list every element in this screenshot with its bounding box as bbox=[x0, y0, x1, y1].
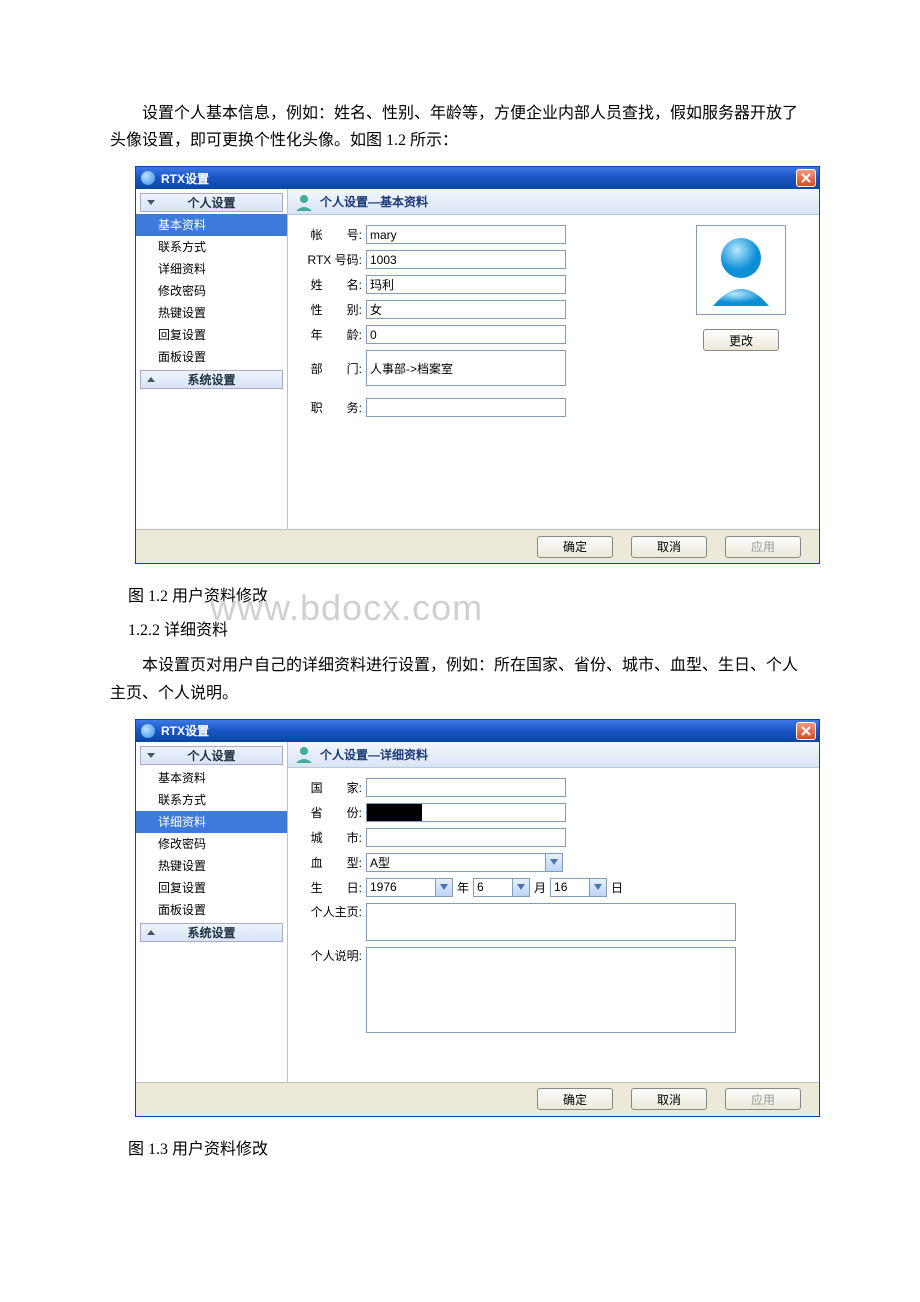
person-icon bbox=[294, 193, 314, 211]
app-icon bbox=[141, 724, 155, 738]
ok-button[interactable]: 确定 bbox=[537, 536, 613, 558]
close-icon[interactable] bbox=[796, 169, 816, 187]
unit-year: 年 bbox=[457, 879, 469, 896]
app-icon bbox=[141, 171, 155, 185]
description-field[interactable] bbox=[366, 947, 736, 1033]
titlebar[interactable]: RTX设置 bbox=[136, 720, 819, 742]
apply-button[interactable]: 应用 bbox=[725, 1088, 801, 1110]
label-desc: 个人说明: bbox=[300, 947, 366, 964]
country-field[interactable] bbox=[366, 778, 566, 797]
figure-caption-1: 图 1.2 用户资料修改 bbox=[128, 582, 810, 606]
birth-day-select[interactable] bbox=[550, 878, 590, 897]
sidebar-hdr-system[interactable]: 系统设置 bbox=[140, 923, 283, 942]
sidebar-hdr-personal[interactable]: 个人设置 bbox=[140, 193, 283, 212]
label-home: 个人主页: bbox=[300, 903, 366, 920]
unit-month: 月 bbox=[534, 879, 546, 896]
rtx-field[interactable] bbox=[366, 250, 566, 269]
account-field[interactable] bbox=[366, 225, 566, 244]
titlebar-text: RTX设置 bbox=[161, 170, 209, 187]
sidebar-item-password[interactable]: 修改密码 bbox=[136, 280, 287, 302]
blood-select[interactable] bbox=[366, 853, 546, 872]
label-rtx: RTX 号码: bbox=[300, 251, 366, 268]
dropdown-icon[interactable] bbox=[589, 878, 607, 897]
sidebar: 个人设置 基本资料 联系方式 详细资料 修改密码 热键设置 回复设置 面板设置 … bbox=[136, 189, 288, 529]
label-birth: 生 日: bbox=[300, 879, 366, 896]
label-account: 帐 号: bbox=[300, 226, 366, 243]
chevron-up-icon bbox=[147, 377, 155, 382]
chevron-down-icon bbox=[147, 753, 155, 758]
sidebar-item-detail[interactable]: 详细资料 bbox=[136, 258, 287, 280]
titlebar-text: RTX设置 bbox=[161, 722, 209, 739]
settings-dialog-detail: RTX设置 个人设置 基本资料 联系方式 详细资料 修改密码 热键设置 回复设置… bbox=[135, 719, 820, 1117]
cancel-button[interactable]: 取消 bbox=[631, 536, 707, 558]
label-city: 城 市: bbox=[300, 829, 366, 846]
sidebar: 个人设置 基本资料 联系方式 详细资料 修改密码 热键设置 回复设置 面板设置 … bbox=[136, 742, 288, 1082]
label-blood: 血 型: bbox=[300, 854, 366, 871]
change-avatar-button[interactable]: 更改 bbox=[703, 329, 779, 351]
label-gender: 性 别: bbox=[300, 301, 366, 318]
sidebar-item-hotkey[interactable]: 热键设置 bbox=[136, 302, 287, 324]
settings-dialog-basic: RTX设置 个人设置 基本资料 联系方式 详细资料 修改密码 热键设置 回复设置… bbox=[135, 166, 820, 564]
sidebar-item-detail[interactable]: 详细资料 bbox=[136, 811, 287, 833]
unit-day: 日 bbox=[611, 879, 623, 896]
dept-field[interactable] bbox=[366, 350, 566, 386]
sidebar-item-basic[interactable]: 基本资料 bbox=[136, 767, 287, 789]
dropdown-icon[interactable] bbox=[512, 878, 530, 897]
dialog-footer: 确定 取消 应用 bbox=[136, 1082, 819, 1116]
sidebar-item-basic[interactable]: 基本资料 bbox=[136, 214, 287, 236]
age-field[interactable] bbox=[366, 325, 566, 344]
dropdown-icon[interactable] bbox=[545, 853, 563, 872]
content-header: 个人设置—基本资料 bbox=[288, 189, 819, 215]
cancel-button[interactable]: 取消 bbox=[631, 1088, 707, 1110]
sidebar-item-panel[interactable]: 面板设置 bbox=[136, 899, 287, 921]
birth-year-select[interactable] bbox=[366, 878, 436, 897]
content-header: 个人设置—详细资料 bbox=[288, 742, 819, 768]
chevron-up-icon bbox=[147, 930, 155, 935]
person-icon bbox=[294, 745, 314, 763]
birth-month-select[interactable] bbox=[473, 878, 513, 897]
content-pane: 个人设置—基本资料 帐 号: RTX 号码: 姓 名: 性 别: 年 龄: 部 … bbox=[288, 189, 819, 529]
sidebar-item-hotkey[interactable]: 热键设置 bbox=[136, 855, 287, 877]
content-pane: 个人设置—详细资料 国 家: 省 份: 城 市: 血 型: 生 日: 年 月 日 bbox=[288, 742, 819, 1082]
name-field[interactable] bbox=[366, 275, 566, 294]
sidebar-item-reply[interactable]: 回复设置 bbox=[136, 877, 287, 899]
sidebar-hdr-system[interactable]: 系统设置 bbox=[140, 370, 283, 389]
intro-text: 设置个人基本信息，例如：姓名、性别、年龄等，方便企业内部人员查找，假如服务器开放… bbox=[110, 100, 810, 154]
close-icon[interactable] bbox=[796, 722, 816, 740]
subsection-heading: 1.2.2 详细资料 bbox=[128, 616, 810, 640]
gender-field[interactable] bbox=[366, 300, 566, 319]
label-province: 省 份: bbox=[300, 804, 366, 821]
sidebar-item-panel[interactable]: 面板设置 bbox=[136, 346, 287, 368]
label-age: 年 龄: bbox=[300, 326, 366, 343]
homepage-field[interactable] bbox=[366, 903, 736, 941]
figure-caption-2: 图 1.3 用户资料修改 bbox=[128, 1135, 810, 1159]
sidebar-item-reply[interactable]: 回复设置 bbox=[136, 324, 287, 346]
label-dept: 部 门: bbox=[300, 360, 366, 377]
label-country: 国 家: bbox=[300, 779, 366, 796]
dropdown-icon[interactable] bbox=[435, 878, 453, 897]
label-name: 姓 名: bbox=[300, 276, 366, 293]
chevron-down-icon bbox=[147, 200, 155, 205]
sidebar-item-contact[interactable]: 联系方式 bbox=[136, 789, 287, 811]
dialog-footer: 确定 取消 应用 bbox=[136, 529, 819, 563]
label-job: 职 务: bbox=[300, 399, 366, 416]
sidebar-hdr-personal[interactable]: 个人设置 bbox=[140, 746, 283, 765]
city-field[interactable] bbox=[366, 828, 566, 847]
apply-button[interactable]: 应用 bbox=[725, 536, 801, 558]
titlebar[interactable]: RTX设置 bbox=[136, 167, 819, 189]
sidebar-item-contact[interactable]: 联系方式 bbox=[136, 236, 287, 258]
sidebar-item-password[interactable]: 修改密码 bbox=[136, 833, 287, 855]
province-field[interactable] bbox=[366, 803, 566, 822]
job-field[interactable] bbox=[366, 398, 566, 417]
avatar-image bbox=[696, 225, 786, 315]
ok-button[interactable]: 确定 bbox=[537, 1088, 613, 1110]
detail-text: 本设置页对用户自己的详细资料进行设置，例如：所在国家、省份、城市、血型、生日、个… bbox=[110, 652, 810, 706]
